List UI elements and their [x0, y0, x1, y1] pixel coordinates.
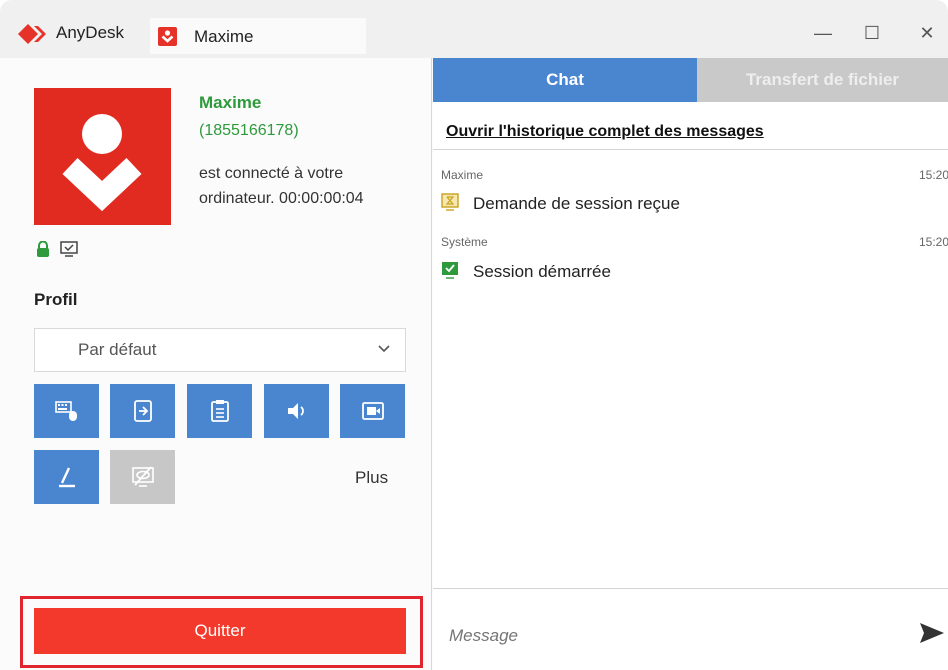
- tab-chat[interactable]: Chat: [433, 58, 697, 102]
- input-divider: [433, 588, 948, 589]
- draw-button[interactable]: [34, 450, 99, 504]
- message-text: Session démarrée: [473, 262, 611, 281]
- chevron-down-icon: [378, 345, 390, 353]
- file-arrow-icon: [134, 400, 152, 422]
- close-button[interactable]: ✕: [912, 20, 942, 46]
- connection-status: est connecté à votre ordinateur. 00:00:0…: [199, 165, 364, 207]
- message-time: 15:20: [919, 235, 948, 249]
- clipboard-button[interactable]: [187, 384, 252, 438]
- profile-select[interactable]: Par défaut: [34, 328, 406, 372]
- profile-selected-value: Par défaut: [78, 340, 157, 359]
- session-info-panel: Maxime (1855166178) est connecté à votre…: [0, 58, 432, 670]
- tab-file-transfer[interactable]: Transfert de fichier: [697, 58, 948, 102]
- message-text: Demande de session reçue: [473, 194, 680, 213]
- session-tab-icon: [158, 27, 177, 46]
- screen-recording-button[interactable]: [340, 384, 405, 438]
- remote-user-id: (1855166178): [199, 122, 299, 139]
- keyboard-mouse-icon: [55, 401, 77, 421]
- session-tab[interactable]: Maxime: [150, 18, 366, 54]
- app-name: AnyDesk: [56, 23, 125, 42]
- message-sender: Maxime: [441, 168, 484, 182]
- message-input[interactable]: [449, 626, 889, 646]
- more-actions-link[interactable]: Plus: [355, 468, 388, 488]
- lock-icon: [37, 241, 49, 257]
- minimize-button[interactable]: —: [808, 20, 838, 46]
- message-sender: Système: [441, 235, 488, 249]
- anydesk-window: AnyDesk Maxime — ☐ ✕ Maxime (1855166178)…: [0, 0, 948, 670]
- audio-button[interactable]: [264, 384, 329, 438]
- pen-icon: [59, 467, 75, 488]
- eye-slash-icon: [132, 466, 154, 487]
- divider: [433, 149, 948, 150]
- speaker-icon: [288, 403, 304, 419]
- session-started-icon: [442, 262, 458, 279]
- video-camera-icon: [362, 402, 384, 420]
- chat-panel: Chat Transfert de fichier Ouvrir l'histo…: [433, 58, 948, 670]
- session-tab-label: Maxime: [194, 27, 254, 46]
- message-time: 15:20: [919, 168, 948, 182]
- open-history-link[interactable]: Ouvrir l'historique complet des messages: [446, 123, 764, 141]
- send-icon[interactable]: [919, 622, 945, 644]
- profile-heading: Profil: [34, 290, 78, 309]
- remote-user-name: Maxime: [199, 93, 262, 112]
- maximize-button[interactable]: ☐: [857, 20, 887, 46]
- monitor-check-icon: [60, 241, 78, 257]
- keyboard-mouse-button[interactable]: [34, 384, 99, 438]
- clipboard-icon: [211, 400, 229, 422]
- privacy-mode-button[interactable]: [110, 450, 175, 504]
- avatar: [34, 88, 171, 225]
- session-request-icon: [441, 193, 459, 211]
- quit-button[interactable]: Quitter: [34, 608, 406, 654]
- file-transfer-button[interactable]: [110, 384, 175, 438]
- title-bar: AnyDesk Maxime — ☐ ✕: [0, 0, 948, 58]
